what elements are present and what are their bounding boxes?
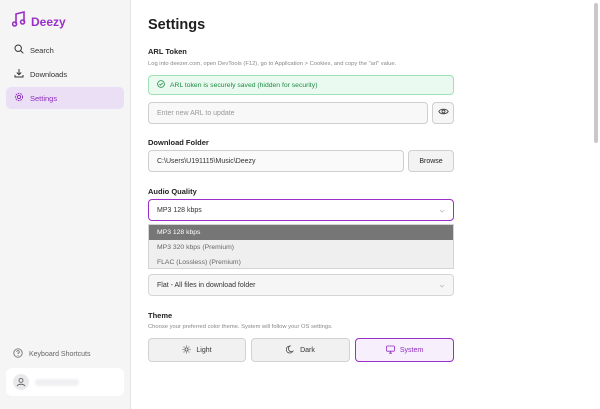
user-icon: [16, 377, 26, 387]
audio-quality-dropdown: MP3 128 kbps MP3 320 kbps (Premium) FLAC…: [148, 224, 454, 269]
arl-label: ARL Token: [148, 47, 187, 56]
theme-dark-button[interactable]: Dark: [251, 338, 350, 362]
dropdown-option[interactable]: MP3 128 kbps: [149, 225, 453, 240]
sidebar-nav: Search Downloads Settings: [6, 39, 124, 111]
sidebar-item-label: Downloads: [30, 69, 68, 79]
shortcuts-label: Keyboard Shortcuts: [29, 350, 91, 358]
dropdown-option[interactable]: MP3 320 kbps (Premium): [149, 240, 453, 255]
avatar: [13, 374, 29, 390]
theme-option-label: Light: [196, 346, 212, 354]
theme-system-button[interactable]: System: [355, 338, 454, 362]
toggle-visibility-button[interactable]: [432, 102, 454, 124]
download-icon: [14, 68, 24, 80]
music-note-icon: [11, 10, 26, 32]
sun-icon: [182, 345, 191, 356]
dropdown-option[interactable]: FLAC (Lossless) (Premium): [149, 255, 453, 270]
sidebar: Deezy Search Downloads Settings Keyboard…: [0, 0, 131, 409]
chevron-down-icon: [439, 209, 445, 213]
theme-label: Theme: [148, 311, 173, 320]
arl-status-banner: ARL token is securely saved (hidden for …: [148, 75, 454, 95]
sidebar-item-downloads[interactable]: Downloads: [6, 63, 124, 85]
theme-option-label: System: [399, 346, 424, 354]
monitor-icon: [386, 345, 395, 356]
sidebar-item-label: Search: [30, 45, 54, 55]
download-folder-label: Download Folder: [148, 138, 209, 147]
theme-help: Choose your preferred color theme. Syste…: [148, 324, 333, 330]
audio-quality-label: Audio Quality: [148, 187, 197, 196]
brand[interactable]: Deezy: [11, 10, 66, 32]
user-profile[interactable]: [6, 368, 124, 396]
help-circle-icon: [13, 348, 23, 360]
arl-help: Log into deezer.com, open DevTools (F12)…: [148, 61, 397, 67]
arl-input[interactable]: Enter new ARL to update: [148, 102, 428, 124]
search-icon: [14, 44, 24, 56]
sidebar-item-label: Settings: [30, 93, 58, 103]
gear-icon: [14, 92, 24, 104]
arl-status-text: ARL token is securely saved (hidden for …: [170, 81, 318, 89]
audio-quality-select[interactable]: MP3 128 kbps: [148, 199, 454, 221]
folder-structure-value: Flat - All files in download folder: [157, 281, 256, 289]
user-name-redacted: [35, 378, 79, 386]
eye-icon: [437, 104, 449, 122]
app-name: Deezy: [31, 14, 66, 29]
theme-light-button[interactable]: Light: [148, 338, 246, 362]
page-title: Settings: [148, 17, 206, 33]
chevron-down-icon: [439, 284, 445, 288]
keyboard-shortcuts-link[interactable]: Keyboard Shortcuts: [13, 348, 90, 360]
audio-quality-value: MP3 128 kbps: [157, 206, 202, 214]
scrollbar[interactable]: [594, 3, 598, 143]
browse-button[interactable]: Browse: [408, 150, 454, 172]
folder-structure-select[interactable]: Flat - All files in download folder: [148, 274, 454, 296]
check-circle-icon: [157, 80, 165, 90]
sidebar-item-settings[interactable]: Settings: [6, 87, 124, 109]
theme-option-label: Dark: [300, 346, 315, 354]
moon-icon: [286, 345, 295, 356]
download-folder-input[interactable]: C:\Users\U191115\Music\Deezy: [148, 150, 404, 172]
sidebar-item-search[interactable]: Search: [6, 39, 124, 61]
